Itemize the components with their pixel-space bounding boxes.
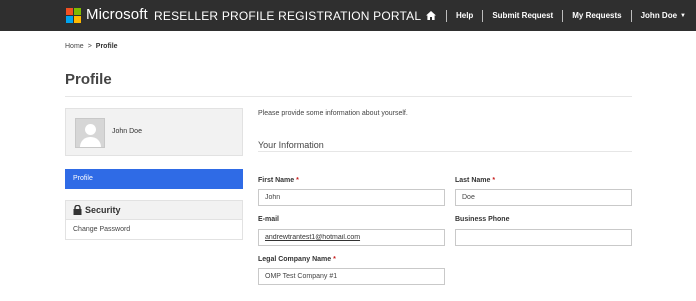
last-name-label: Last Name * xyxy=(455,177,496,184)
business-phone-field[interactable] xyxy=(455,229,632,246)
user-menu-label: John Doe xyxy=(640,11,678,20)
legal-company-name-field[interactable] xyxy=(258,268,445,285)
business-phone-label: Business Phone xyxy=(455,216,510,223)
security-section-header: Security xyxy=(65,200,243,220)
submit-request-link[interactable]: Submit Request xyxy=(483,11,562,20)
security-section-title: Security xyxy=(85,205,121,215)
section-divider xyxy=(258,151,632,152)
brand-name: Microsoft xyxy=(86,6,148,23)
user-menu[interactable]: John Doe ▼ xyxy=(632,11,696,20)
home-icon xyxy=(425,11,436,20)
email-label: E-mail xyxy=(258,216,280,223)
lock-icon xyxy=(73,205,82,215)
my-requests-link[interactable]: My Requests xyxy=(563,11,630,20)
intro-text: Please provide some information about yo… xyxy=(258,110,408,117)
home-button[interactable] xyxy=(417,11,446,20)
help-link[interactable]: Help xyxy=(447,11,482,20)
profile-card: John Doe xyxy=(65,108,243,156)
breadcrumb: Home > Profile xyxy=(65,43,118,50)
email-field[interactable] xyxy=(258,229,445,246)
header-nav: Help Submit Request My Requests John Doe… xyxy=(417,0,696,31)
breadcrumb-separator: > xyxy=(87,43,92,50)
first-name-label: First Name * xyxy=(258,177,299,184)
breadcrumb-current: Profile xyxy=(95,43,118,50)
breadcrumb-home[interactable]: Home xyxy=(65,43,84,50)
sidebar-item-change-password[interactable]: Change Password xyxy=(65,220,243,240)
top-nav-bar: Microsoft RESELLER PROFILE REGISTRATION … xyxy=(0,0,696,31)
microsoft-logo-icon xyxy=(66,8,81,23)
page-title: Profile xyxy=(65,71,112,88)
last-name-field[interactable] xyxy=(455,189,632,206)
sidebar-item-profile[interactable]: Profile xyxy=(65,169,243,189)
profile-name: John Doe xyxy=(112,128,142,135)
legal-company-name-label: Legal Company Name * xyxy=(258,256,336,263)
avatar-icon xyxy=(75,118,105,148)
section-title: Your Information xyxy=(258,140,324,150)
first-name-field[interactable] xyxy=(258,189,445,206)
portal-title[interactable]: RESELLER PROFILE REGISTRATION PORTAL xyxy=(154,9,421,23)
chevron-down-icon: ▼ xyxy=(680,13,686,19)
title-divider xyxy=(65,96,632,97)
